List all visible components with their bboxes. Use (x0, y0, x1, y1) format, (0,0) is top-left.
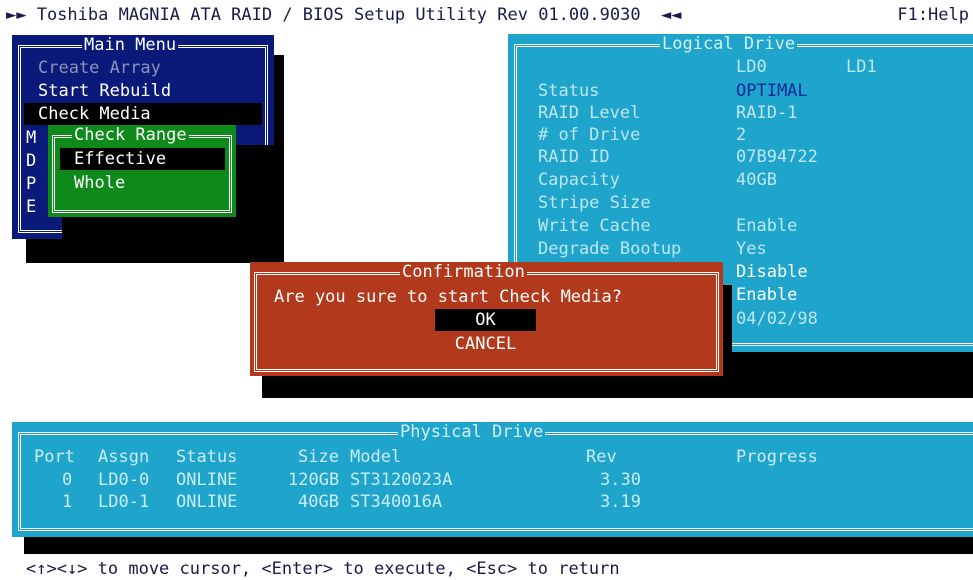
menu-item-start-rebuild[interactable]: Start Rebuild (38, 80, 171, 102)
confirmation-dialog: Confirmation Are you sure to start Check… (250, 262, 723, 376)
header-size: Size (298, 447, 339, 467)
cell-port: 0 (62, 470, 73, 490)
ld-label-raid-level: RAID Level (538, 103, 641, 123)
column-ld0[interactable]: LD0 (736, 56, 767, 78)
column-ld1[interactable]: LD1 (846, 56, 877, 78)
ld-label-raid-id: RAID ID (538, 147, 610, 167)
option-effective[interactable]: Effective (60, 148, 225, 170)
ld-value-raid-id: 07B94722 (736, 147, 818, 167)
ld-label-stripe-size: Stripe Size (538, 193, 651, 213)
cell-assgn: LD0-1 (98, 492, 150, 512)
main-menu-title: Main Menu (82, 35, 179, 55)
ld-value-status: OPTIMAL (736, 81, 808, 101)
menu-item-e[interactable]: E (26, 196, 36, 218)
header-status: Status (176, 447, 238, 467)
physical-drive-frame (18, 432, 973, 531)
header-progress: Progress (736, 447, 818, 467)
ld-value-write-cache: Enable (736, 216, 798, 236)
ld-label-degrade-bootup: Degrade Bootup (538, 239, 682, 259)
header-port: Port (34, 447, 75, 467)
cell-rev: 3.30 (600, 470, 641, 490)
title-bar: ►► Toshiba MAGNIA ATA RAID / BIOS Setup … (0, 0, 973, 30)
cell-size: 120GB (288, 470, 340, 490)
option-whole[interactable]: Whole (74, 172, 125, 194)
ld-label-num-drive: # of Drive (538, 125, 641, 145)
ld-label-capacity: Capacity (538, 170, 620, 190)
confirmation-message: Are you sure to start Check Media? (274, 287, 622, 307)
key-hint: <↑><↓> to move cursor, <Enter> to execut… (26, 559, 620, 579)
cell-size: 40GB (298, 492, 339, 512)
ld-value-num-drive: 2 (736, 125, 747, 145)
ld-value-capacity: 40GB (736, 170, 777, 190)
physical-drive-title: Physical Drive (398, 422, 546, 442)
cell-port: 1 (62, 492, 73, 512)
header-rev: Rev (586, 447, 617, 467)
cell-rev: 3.19 (600, 492, 641, 512)
header-model: Model (350, 447, 402, 467)
menu-item-p[interactable]: P (26, 173, 36, 195)
menu-item-create-array[interactable]: Create Array (38, 57, 161, 79)
app-title: ►► Toshiba MAGNIA ATA RAID / BIOS Setup … (6, 5, 682, 25)
menu-item-check-media[interactable]: Check Media (24, 103, 262, 125)
cancel-button[interactable]: CANCEL (435, 333, 536, 355)
help-hint[interactable]: F1:Help (897, 4, 969, 26)
header-assgn: Assgn (98, 447, 150, 467)
ld-label-status: Status (538, 81, 600, 101)
logical-drive-title: Logical Drive (660, 34, 798, 54)
cell-status: ONLINE (176, 470, 238, 490)
ld-value-degrade-bootup: Yes (736, 239, 767, 259)
menu-item-d[interactable]: D (26, 150, 36, 172)
ld-label-write-cache: Write Cache (538, 216, 651, 236)
cell-status: ONLINE (176, 492, 238, 512)
check-range-menu: Check Range Effective Whole (48, 125, 236, 217)
menu-item-m[interactable]: M (26, 127, 36, 149)
ld-value-row-10: Enable (736, 285, 798, 305)
ld-value-row-9: Disable (736, 262, 808, 282)
cell-model: ST340016A (350, 492, 443, 512)
ld-value-raid-level: RAID-1 (736, 103, 798, 123)
check-range-title: Check Range (72, 125, 189, 145)
physical-drive-panel: Physical Drive Port Assgn Status Size Mo… (12, 422, 973, 537)
confirmation-title: Confirmation (400, 262, 527, 282)
status-bar: <↑><↓> to move cursor, <Enter> to execut… (0, 554, 973, 579)
ld-value-row-11: 04/02/98 (736, 309, 818, 329)
ok-button[interactable]: OK (435, 309, 536, 331)
cell-model: ST3120023A (350, 470, 453, 490)
cell-assgn: LD0-0 (98, 470, 150, 490)
